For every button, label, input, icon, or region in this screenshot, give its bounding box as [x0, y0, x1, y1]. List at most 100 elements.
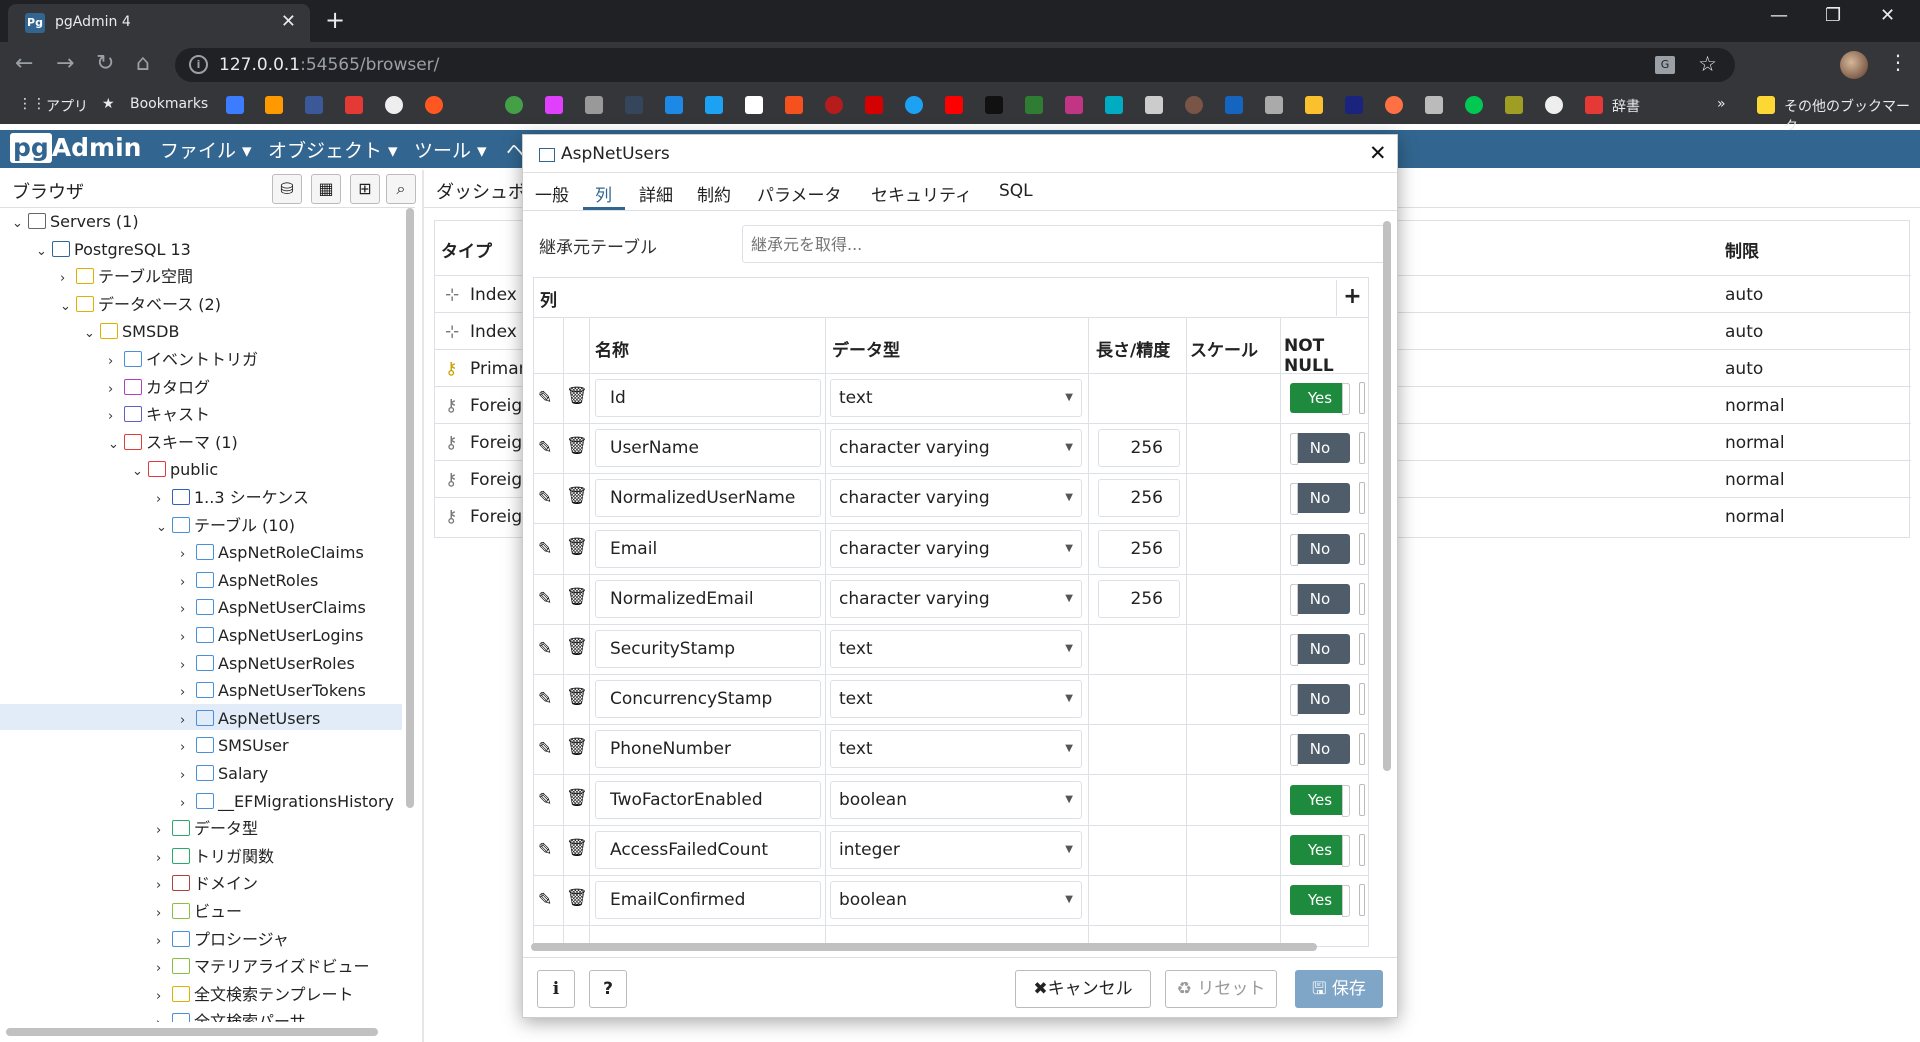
tree-node[interactable]: › イベントトリガ — [108, 348, 258, 372]
chevron-down-icon[interactable]: ⌄ — [12, 212, 28, 236]
tree-node[interactable]: › プロシージャ — [156, 928, 289, 952]
bookmark-jisho[interactable]: 辞書 — [1612, 96, 1640, 116]
tree-vertical-scrollbar[interactable] — [406, 208, 414, 808]
dropdown-arrow-icon[interactable]: ▼ — [1065, 480, 1073, 516]
bookmark-cyan-icon[interactable] — [1105, 96, 1123, 114]
dialog-horizontal-scrollbar[interactable] — [531, 943, 1317, 951]
dropdown-arrow-icon[interactable]: ▼ — [1065, 681, 1073, 717]
chrome-menu-icon[interactable]: ⋮ — [1888, 50, 1908, 74]
edit-icon[interactable]: ✎ — [538, 388, 552, 408]
delete-icon[interactable]: 🗑 — [566, 788, 588, 808]
menu-tools[interactable]: ツール ▾ — [414, 136, 487, 163]
primary-key-toggle[interactable] — [1359, 683, 1365, 716]
bookmark-f-icon[interactable] — [345, 96, 363, 114]
chevron-right-icon[interactable]: › — [180, 571, 196, 595]
dropdown-arrow-icon[interactable]: ▼ — [1065, 430, 1073, 466]
delete-icon[interactable]: 🗑 — [566, 737, 588, 757]
column-length-input[interactable]: 256 — [1098, 529, 1180, 568]
tree-node[interactable]: › 全文検索パーサ — [156, 1010, 306, 1022]
instagram-icon[interactable] — [1065, 96, 1083, 114]
google-icon[interactable] — [385, 96, 403, 114]
chevron-right-icon[interactable]: › — [156, 1012, 172, 1022]
tree-node[interactable]: › トリガ関数 — [156, 845, 274, 869]
not-null-toggle[interactable]: No — [1290, 634, 1350, 666]
chevron-right-icon[interactable]: › — [156, 488, 172, 512]
tree-node[interactable]: › テーブル空間 — [60, 265, 193, 289]
column-name-input[interactable]: Email — [595, 529, 821, 568]
chevron-down-icon[interactable]: ⌄ — [132, 460, 148, 484]
chevron-right-icon[interactable]: › — [156, 874, 172, 898]
not-null-toggle[interactable]: Yes — [1290, 834, 1350, 867]
column-type-select[interactable]: character varying ▼ — [830, 429, 1082, 468]
tree-node[interactable]: › Salary — [180, 762, 268, 786]
chevron-right-icon[interactable]: › — [180, 736, 196, 760]
forward-icon[interactable]: → — [56, 51, 74, 76]
bookmark-blue-icon[interactable] — [1225, 96, 1243, 114]
chevron-right-icon[interactable]: › — [108, 350, 124, 374]
dropdown-arrow-icon[interactable]: ▼ — [1065, 782, 1073, 818]
delete-icon[interactable]: 🗑 — [566, 436, 588, 456]
tree-node[interactable]: › 全文検索テンプレート — [156, 983, 354, 1007]
browser-tab[interactable]: Pg pgAdmin 4 ✕ — [8, 4, 310, 42]
bookmark-a-icon[interactable] — [226, 96, 244, 114]
query-tool-button[interactable]: ⛁ — [272, 174, 302, 204]
edit-icon[interactable]: ✎ — [538, 790, 552, 810]
window-close-icon[interactable]: ✕ — [1880, 5, 1895, 26]
chevron-right-icon[interactable]: › — [156, 847, 172, 871]
view-data-button[interactable]: ▦ — [311, 174, 341, 204]
panel-divider[interactable] — [422, 170, 424, 1042]
info-button[interactable]: i — [537, 970, 575, 1008]
tree-node[interactable]: › マテリアライズドビュー — [156, 955, 370, 979]
more-bookmarks-icon[interactable]: » — [1717, 96, 1726, 112]
bookmark-leaf-icon[interactable] — [1025, 96, 1043, 114]
tab-sql[interactable]: SQL — [999, 181, 1033, 201]
bookmark-doc-icon[interactable] — [585, 96, 603, 114]
twitter-icon[interactable] — [905, 96, 923, 114]
column-type-select[interactable]: text ▼ — [830, 379, 1082, 417]
chevron-right-icon[interactable]: › — [156, 902, 172, 926]
chevron-right-icon[interactable]: › — [156, 930, 172, 954]
bookmark-bars-icon[interactable] — [1505, 96, 1523, 114]
tree-node[interactable]: › SMSUser — [180, 734, 289, 758]
bookmark-green-icon[interactable] — [505, 96, 523, 114]
delete-icon[interactable]: 🗑 — [566, 386, 588, 406]
primary-key-toggle[interactable] — [1359, 582, 1365, 615]
tree-node[interactable]: ⌄ データベース (2) — [60, 293, 221, 317]
bookmark-star-icon[interactable]: ☆ — [1698, 52, 1717, 76]
tab-columns[interactable]: 列 — [595, 181, 612, 206]
edit-icon[interactable]: ✎ — [538, 739, 552, 759]
column-name-input[interactable]: PhoneNumber — [595, 730, 821, 769]
jisho-icon[interactable] — [1585, 96, 1603, 114]
tree-node[interactable]: › キャスト — [108, 403, 210, 427]
not-null-toggle[interactable]: No — [1290, 483, 1350, 516]
tree-node[interactable]: › データ型 — [156, 817, 258, 841]
delete-icon[interactable]: 🗑 — [566, 486, 588, 506]
chevron-down-icon[interactable]: ⌄ — [36, 240, 52, 264]
twitter-box-icon[interactable] — [705, 96, 723, 114]
not-null-toggle[interactable]: Yes — [1290, 885, 1350, 917]
chevron-down-icon[interactable]: ⌄ — [108, 433, 124, 457]
dropdown-arrow-icon[interactable]: ▼ — [1065, 631, 1073, 667]
tree-node[interactable]: › AspNetRoles — [180, 569, 318, 593]
delete-icon[interactable]: 🗑 — [566, 687, 588, 707]
edit-icon[interactable]: ✎ — [538, 890, 552, 910]
delete-icon[interactable]: 🗑 — [566, 888, 588, 908]
delete-icon[interactable]: 🗑 — [566, 838, 588, 858]
chevron-right-icon[interactable]: › — [60, 267, 76, 291]
dropdown-arrow-icon[interactable]: ▼ — [1065, 882, 1073, 918]
yahoo-icon[interactable] — [865, 96, 883, 114]
cancel-button[interactable]: ✖キャンセル — [1015, 970, 1151, 1008]
column-length-input[interactable]: 256 — [1098, 429, 1180, 468]
tab-parameters[interactable]: パラメータ — [757, 181, 842, 206]
translate-icon[interactable]: G — [1655, 56, 1675, 74]
edit-icon[interactable]: ✎ — [538, 639, 552, 659]
dropdown-arrow-icon[interactable]: ▼ — [1065, 832, 1073, 868]
column-length-input[interactable]: 256 — [1098, 579, 1180, 618]
menu-object[interactable]: オブジェクト ▾ — [268, 136, 398, 163]
dropdown-arrow-icon[interactable]: ▼ — [1065, 531, 1073, 567]
bookmark-music-icon[interactable] — [1305, 96, 1323, 114]
not-null-toggle[interactable]: Yes — [1290, 784, 1350, 817]
apps-grid-icon[interactable]: ⋮⋮ — [18, 96, 46, 112]
not-null-toggle[interactable]: No — [1290, 533, 1350, 566]
dropdown-arrow-icon[interactable]: ▼ — [1065, 581, 1073, 617]
